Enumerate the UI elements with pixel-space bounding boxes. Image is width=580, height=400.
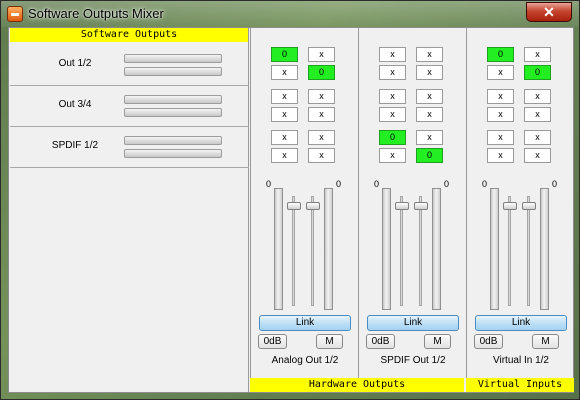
fader-knob-left[interactable] <box>395 202 409 210</box>
routing-cell[interactable]: x <box>379 47 406 62</box>
output-level-meter-right <box>124 67 222 76</box>
output-level-meter-left <box>124 136 222 145</box>
routing-cell[interactable]: 0 <box>416 148 443 163</box>
software-output-label: Out 1/2 <box>58 58 92 69</box>
routing-cell[interactable]: x <box>487 148 514 163</box>
channel-strip: x x x x x x x x 0 x x 0 0 0 Link 0dB M SPDIF Out 1/2 <box>358 28 466 380</box>
software-outputs-panel: Software Outputs Out 1/2 Out 3/4 SPDIF 1/2 <box>10 28 249 392</box>
mute-button[interactable]: M <box>316 334 343 349</box>
routing-cell[interactable]: x <box>308 47 335 62</box>
fader-knob-right[interactable] <box>414 202 428 210</box>
routing-cell[interactable]: 0 <box>271 47 298 62</box>
routing-cell[interactable]: x <box>308 130 335 145</box>
routing-cell[interactable]: x <box>416 107 443 122</box>
routing-cell[interactable]: x <box>308 148 335 163</box>
channel-strip: 0 x x 0 x x x x x x x x 0 0 Link 0dB M Analog Out 1/2 <box>250 28 358 380</box>
zero-db-button[interactable]: 0dB <box>258 334 287 349</box>
output-level-meter-left <box>124 54 222 63</box>
routing-cell[interactable]: x <box>271 130 298 145</box>
output-level-meter-right <box>124 149 222 158</box>
strip-name-label: Analog Out 1/2 <box>271 355 339 366</box>
routing-cell[interactable]: x <box>487 65 514 80</box>
zero-db-button[interactable]: 0dB <box>474 334 503 349</box>
channel-strip: 0 x x 0 x x x x x x x x 0 0 Link 0dB M Virtual In 1/2 <box>466 28 574 380</box>
routing-cell[interactable]: x <box>271 65 298 80</box>
routing-cell[interactable]: x <box>416 130 443 145</box>
routing-cell[interactable]: x <box>271 107 298 122</box>
routing-cell[interactable]: x <box>487 130 514 145</box>
fader-knob-left[interactable] <box>503 202 517 210</box>
routing-cell[interactable]: x <box>524 89 551 104</box>
level-meter-left <box>274 188 283 310</box>
routing-cell[interactable]: x <box>416 47 443 62</box>
routing-cell[interactable]: 0 <box>308 65 335 80</box>
routing-cell[interactable]: x <box>271 89 298 104</box>
routing-cell[interactable]: x <box>271 148 298 163</box>
routing-cell[interactable]: x <box>524 130 551 145</box>
app-icon <box>7 6 23 22</box>
routing-cell[interactable]: x <box>487 107 514 122</box>
zero-db-button[interactable]: 0dB <box>366 334 395 349</box>
software-output-row: SPDIF 1/2 <box>10 127 249 168</box>
hardware-outputs-footer: Hardware Outputs <box>250 378 464 392</box>
software-output-row: Out 3/4 <box>10 86 249 127</box>
output-level-meter-left <box>124 95 222 104</box>
routing-cell[interactable]: x <box>379 89 406 104</box>
routing-cell[interactable]: x <box>308 107 335 122</box>
routing-cell[interactable]: 0 <box>487 47 514 62</box>
right-level-label: 0 <box>336 179 342 189</box>
fader-track-right <box>419 196 422 306</box>
output-level-meter-right <box>124 108 222 117</box>
routing-cell[interactable]: x <box>379 107 406 122</box>
level-meter-right <box>540 188 549 310</box>
routing-cell[interactable]: x <box>379 148 406 163</box>
routing-cell[interactable]: 0 <box>524 65 551 80</box>
mute-button[interactable]: M <box>532 334 559 349</box>
title-bar[interactable]: Software Outputs Mixer ✕ <box>1 1 579 27</box>
level-meter-left <box>490 188 499 310</box>
fader-track-left <box>508 196 511 306</box>
mixer-client-area: Software Outputs Out 1/2 Out 3/4 SPDIF 1/2… <box>8 27 574 393</box>
fader-track-left <box>292 196 295 306</box>
routing-cell[interactable]: x <box>416 89 443 104</box>
mute-button[interactable]: M <box>424 334 451 349</box>
fader-track-left <box>400 196 403 306</box>
routing-cell[interactable]: 0 <box>379 130 406 145</box>
level-meter-right <box>432 188 441 310</box>
software-output-label: Out 3/4 <box>58 99 92 110</box>
routing-cell[interactable]: x <box>487 89 514 104</box>
software-output-row: Out 1/2 <box>10 45 249 86</box>
left-level-label: 0 <box>266 179 272 189</box>
level-meter-right <box>324 188 333 310</box>
routing-cell[interactable]: x <box>524 148 551 163</box>
software-outputs-header: Software Outputs <box>10 28 248 42</box>
fader-knob-right[interactable] <box>522 202 536 210</box>
mixer-window: Software Outputs Mixer ✕ Software Output… <box>0 0 580 400</box>
fader-knob-right[interactable] <box>306 202 320 210</box>
link-button[interactable]: Link <box>259 315 351 331</box>
right-level-label: 0 <box>552 179 558 189</box>
fader-track-right <box>311 196 314 306</box>
right-level-label: 0 <box>444 179 450 189</box>
strip-name-label: Virtual In 1/2 <box>493 355 549 366</box>
link-button[interactable]: Link <box>367 315 459 331</box>
routing-cell[interactable]: x <box>524 47 551 62</box>
routing-cell[interactable]: x <box>308 89 335 104</box>
link-button[interactable]: Link <box>475 315 567 331</box>
window-title: Software Outputs Mixer <box>28 6 164 21</box>
left-level-label: 0 <box>482 179 488 189</box>
virtual-inputs-footer: Virtual Inputs <box>466 378 574 392</box>
level-meter-left <box>382 188 391 310</box>
routing-cell[interactable]: x <box>379 65 406 80</box>
strip-name-label: SPDIF Out 1/2 <box>380 355 446 366</box>
fader-knob-left[interactable] <box>287 202 301 210</box>
software-output-label: SPDIF 1/2 <box>51 140 99 151</box>
routing-cell[interactable]: x <box>416 65 443 80</box>
close-button[interactable]: ✕ <box>526 2 572 22</box>
fader-track-right <box>527 196 530 306</box>
routing-cell[interactable]: x <box>524 107 551 122</box>
left-level-label: 0 <box>374 179 380 189</box>
